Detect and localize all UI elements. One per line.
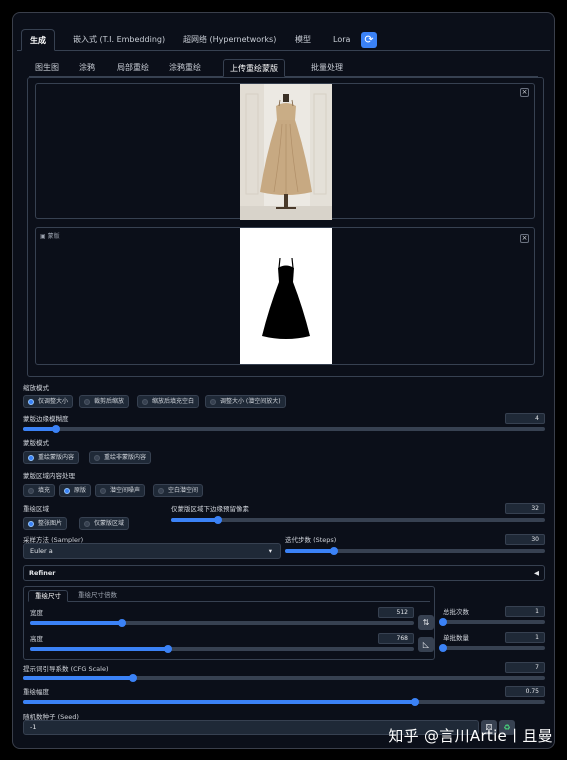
tab-generate[interactable]: 生成 <box>21 29 55 51</box>
radio-crop-resize[interactable]: 裁剪后缩放 <box>79 395 130 408</box>
padding-input[interactable]: 32 <box>505 503 545 514</box>
mask-mode-group: 重绘蒙版内容 重绘非蒙版内容 <box>23 451 223 465</box>
width-slider[interactable] <box>30 619 414 627</box>
width-label: 宽度 <box>30 609 43 617</box>
tab-lora[interactable]: Lora <box>325 29 358 51</box>
padding-label: 仅蒙版区域下边缘预留像素 <box>171 505 249 513</box>
radio-latent-nothing[interactable]: 空白潜空间 <box>153 484 204 497</box>
radio-resize-fill[interactable]: 缩放后填充空白 <box>137 395 200 408</box>
steps-input[interactable]: 30 <box>505 534 545 545</box>
main-tab-bar: 生成 嵌入式 (T.I. Embedding) 超网络 (Hypernetwor… <box>17 19 550 51</box>
aspect-ratio-icon[interactable]: ◺ <box>418 637 434 652</box>
masked-content-group: 填充 原版 潜空间噪声 空白潜空间 <box>23 484 223 498</box>
radio-original[interactable]: 原版 <box>59 484 92 497</box>
tab-hypernetworks[interactable]: 超网络 (Hypernetworks) <box>175 29 284 51</box>
mask-mode-label: 蒙版模式 <box>23 439 49 447</box>
tab-embedding[interactable]: 嵌入式 (T.I. Embedding) <box>65 29 173 51</box>
height-label: 高度 <box>30 635 43 643</box>
batch-size-slider[interactable] <box>439 644 545 652</box>
tab-batch[interactable]: 批量处理 <box>305 59 349 77</box>
radio-latent-noise[interactable]: 潜空间噪声 <box>95 484 146 497</box>
tab-model[interactable]: 模型 <box>287 29 319 51</box>
cfg-scale-input[interactable]: 7 <box>505 662 545 673</box>
image-upload-panel[interactable]: × <box>35 83 535 220</box>
mask-upload-panel[interactable]: ▣ 蒙版 × <box>35 227 535 365</box>
denoise-label: 重绘幅度 <box>23 688 49 696</box>
inpaint-area-group: 整张图片 仅蒙版区域 <box>23 517 153 531</box>
refiner-accordion[interactable]: Refiner ◀ <box>23 565 545 581</box>
close-icon[interactable]: × <box>520 234 529 243</box>
collapse-arrow-icon[interactable]: ◀ <box>534 569 539 577</box>
batch-count-slider[interactable] <box>439 618 545 626</box>
tab-img2img[interactable]: 图生图 <box>29 59 65 77</box>
masked-content-label: 蒙版区域内容处理 <box>23 472 75 480</box>
mask-image <box>240 228 332 364</box>
size-tab-bar: 重绘尺寸 重绘尺寸倍数 <box>28 590 430 602</box>
denoise-slider[interactable] <box>23 698 545 706</box>
radio-fill[interactable]: 填充 <box>23 484 56 497</box>
swap-dimensions-icon[interactable]: ⇅ <box>418 615 434 630</box>
radio-inpaint-masked[interactable]: 重绘蒙版内容 <box>23 451 80 464</box>
radio-whole-picture[interactable]: 整张图片 <box>23 517 68 530</box>
mask-blur-input[interactable]: 4 <box>505 413 545 424</box>
batch-size-input[interactable]: 1 <box>505 632 545 643</box>
cfg-scale-label: 提示词引导系数 (CFG Scale) <box>23 665 109 673</box>
mask-blur-label: 蒙版边缘模糊度 <box>23 415 69 423</box>
tab-resize-by[interactable]: 重绘尺寸倍数 <box>72 590 123 602</box>
chevron-down-icon: ▾ <box>268 547 272 555</box>
img2img-tab-bar: 图生图 涂鸦 局部重绘 涂鸦重绘 上传重绘蒙版 批量处理 <box>29 55 538 77</box>
width-input[interactable]: 512 <box>378 607 414 618</box>
tab-inpaint-upload[interactable]: 上传重绘蒙版 <box>223 59 285 77</box>
mask-label: ▣ 蒙版 <box>40 233 60 240</box>
cfg-scale-slider[interactable] <box>23 674 545 682</box>
app-window: 生成 嵌入式 (T.I. Embedding) 超网络 (Hypernetwor… <box>12 12 555 749</box>
radio-only-masked[interactable]: 仅蒙版区域 <box>79 517 130 530</box>
padding-slider[interactable] <box>171 516 545 524</box>
mask-blur-slider[interactable] <box>23 425 545 433</box>
sampler-select[interactable]: Euler a ▾ <box>23 543 281 559</box>
denoise-input[interactable]: 0.75 <box>505 686 545 697</box>
resize-mode-group: 仅调整大小 裁剪后缩放 缩放后填充空白 调整大小 (潜空间放大) <box>23 395 323 409</box>
tab-resize-to[interactable]: 重绘尺寸 <box>28 590 68 602</box>
refresh-icon[interactable]: ⟳ <box>361 32 377 48</box>
height-slider[interactable] <box>30 645 414 653</box>
dress-image <box>240 84 332 220</box>
steps-label: 迭代步数 (Steps) <box>285 536 337 544</box>
size-panel: 重绘尺寸 重绘尺寸倍数 宽度 512 高度 768 ⇅ ◺ <box>23 586 435 660</box>
inpaint-area-label: 重绘区域 <box>23 505 49 513</box>
radio-latent-upscale[interactable]: 调整大小 (潜空间放大) <box>205 395 286 408</box>
resize-mode-label: 缩放模式 <box>23 384 49 392</box>
batch-size-label: 单批数量 <box>443 634 469 642</box>
radio-just-resize[interactable]: 仅调整大小 <box>23 395 74 408</box>
height-input[interactable]: 768 <box>378 633 414 644</box>
tab-inpaint-sketch[interactable]: 涂鸦重绘 <box>163 59 207 77</box>
watermark: 知乎 @言川Artie丨且曼 <box>388 727 553 745</box>
batch-count-input[interactable]: 1 <box>505 606 545 617</box>
refiner-label: Refiner <box>29 569 56 577</box>
close-icon[interactable]: × <box>520 88 529 97</box>
steps-slider[interactable] <box>285 547 545 555</box>
tab-inpaint[interactable]: 局部重绘 <box>111 59 155 77</box>
radio-inpaint-not-masked[interactable]: 重绘非蒙版内容 <box>89 451 152 464</box>
batch-count-label: 总批次数 <box>443 608 469 616</box>
tab-sketch[interactable]: 涂鸦 <box>73 59 101 77</box>
